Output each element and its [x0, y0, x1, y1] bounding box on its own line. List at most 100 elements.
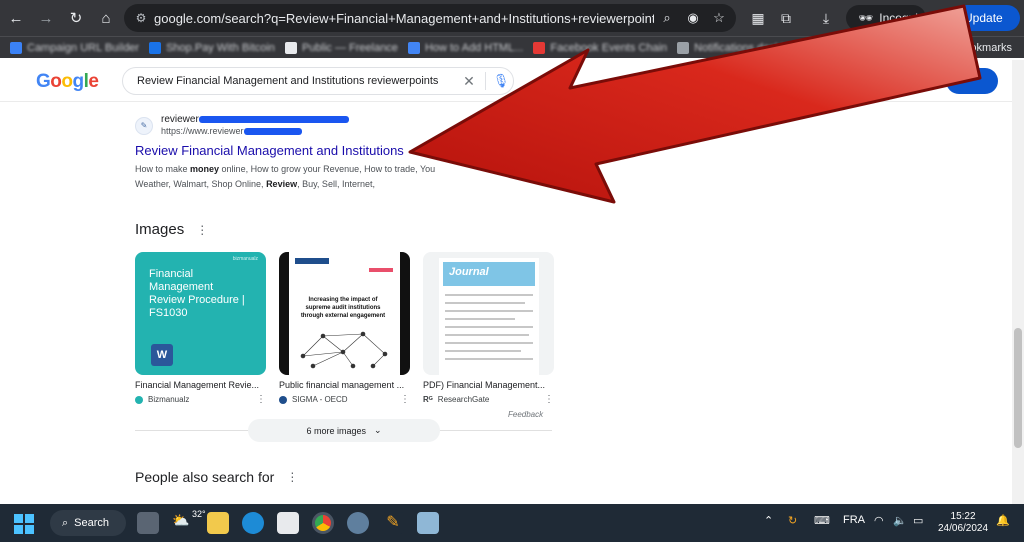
image-thumbnail[interactable]: Increasing the impact of supreme audit i… [279, 252, 410, 375]
image-carousel: bizmanualz Financial Management Review P… [135, 252, 554, 405]
image-result[interactable]: Journal PDF) Financial Management... Rᴳ … [423, 252, 554, 405]
redaction-mark [243, 128, 302, 136]
file-explorer-icon[interactable] [207, 512, 229, 534]
incognito-badge[interactable]: 🕶 Incognito [846, 5, 928, 31]
bookmark-item[interactable]: Public — Freelance [284, 41, 398, 54]
site-url: https://www.reviewer [161, 126, 244, 136]
text-line [445, 350, 521, 352]
text-line [445, 334, 529, 336]
image-thumbnail[interactable]: Journal [423, 252, 554, 375]
more-images-button[interactable]: 6 more images ⌄ [248, 419, 440, 442]
bookmark-favicon-icon [149, 41, 162, 54]
weather-widget[interactable]: ⛅ 32° [172, 509, 206, 529]
forward-icon[interactable]: → [32, 4, 60, 32]
result-source[interactable]: ✎ reviewer https://www.reviewer [135, 114, 555, 137]
image-source: SIGMA - OECD ⋮ [279, 394, 410, 405]
image-caption[interactable]: Public financial management ... [279, 380, 407, 390]
images-heading: Images ⋮ [135, 221, 208, 238]
scrollbar-thumb[interactable] [1014, 328, 1022, 448]
mic-icon[interactable]: 🎙 [490, 73, 512, 89]
update-button[interactable]: Update [954, 5, 1020, 31]
text-line [445, 302, 525, 304]
notification-bell-icon[interactable]: 🔔 [996, 514, 1010, 527]
thumb-title: Increasing the impact of supreme audit i… [300, 297, 386, 319]
more-vert-icon[interactable]: ⋮ [544, 394, 554, 405]
bookmark-item[interactable]: Shop.Pay With Bitcoin [149, 41, 275, 54]
google-logo[interactable]: Google [36, 71, 99, 93]
wifi-icon[interactable]: ◠ [874, 514, 884, 527]
image-thumbnail[interactable]: bizmanualz Financial Management Review P… [135, 252, 266, 375]
edge-icon[interactable] [242, 512, 264, 534]
redaction-mark [198, 115, 349, 123]
source-favicon-icon [279, 395, 287, 404]
windows-start-icon[interactable] [14, 514, 34, 534]
bookmark-item[interactable]: Notifications dashboard [677, 41, 809, 54]
bookmark-favicon-icon [407, 41, 420, 54]
search-box[interactable]: Review Financial Management and Institut… [122, 67, 514, 95]
more-vert-icon[interactable]: ⋮ [400, 394, 410, 405]
qr-icon[interactable]: ▦ [744, 10, 772, 27]
remote-desktop-icon[interactable] [417, 512, 439, 534]
url-text[interactable]: google.com/search?q=Review+Financial+Man… [154, 11, 654, 26]
temperature: 32° [191, 509, 206, 519]
image-result[interactable]: bizmanualz Financial Management Review P… [135, 252, 266, 405]
bookmark-label: Campaign URL Builder [27, 41, 140, 54]
taskbar-search[interactable]: ⌕ Search [50, 510, 126, 536]
back-icon[interactable]: ← [2, 4, 30, 32]
feedback-link[interactable]: Feedback [508, 410, 543, 419]
home-icon[interactable]: ⌂ [92, 4, 120, 32]
search-query[interactable]: Review Financial Management and Institut… [137, 75, 457, 87]
logo-letter: o [50, 71, 62, 92]
search-divider [485, 72, 486, 90]
sync-icon[interactable]: ↻ [788, 514, 797, 527]
bookmark-item[interactable]: How to Add HTML... [407, 41, 523, 54]
sun-cloud-icon: ⛅ [172, 512, 190, 528]
result-title-link[interactable]: Review Financial Management and Institut… [135, 143, 555, 158]
image-caption[interactable]: Financial Management Revie... [135, 380, 263, 390]
system-clock[interactable]: 15:22 24/06/2024 [938, 511, 988, 535]
download-icon[interactable]: ⤓ [812, 10, 840, 27]
clock-time: 15:22 [950, 511, 976, 522]
image-result[interactable]: Increasing the impact of supreme audit i… [279, 252, 410, 405]
task-view-icon[interactable] [137, 512, 159, 534]
chrome-icon[interactable] [312, 512, 334, 534]
all-bookmarks[interactable]: Bookmarks [957, 42, 1012, 54]
bookmark-favicon-icon [284, 41, 297, 54]
site-name-row: reviewer [161, 114, 349, 126]
bookmark-item[interactable]: Facebook Events Chain [533, 41, 667, 54]
bookmarks-bar: Campaign URL Builder Shop.Pay With Bitcoi… [0, 36, 1024, 58]
site-info-icon[interactable]: ⚙ [128, 11, 154, 25]
toolbar-actions: ▦ ⧉ ⤓ [744, 4, 840, 32]
image-source: Bizmanualz ⋮ [135, 394, 266, 405]
more-vert-icon[interactable]: ⋮ [256, 394, 266, 405]
settings-gear-icon[interactable] [347, 512, 369, 534]
volume-icon[interactable]: 🔈 [893, 514, 907, 527]
researchgate-icon: Rᴳ [423, 395, 433, 404]
source-name: Bizmanualz [148, 395, 190, 404]
eye-icon[interactable]: ◉ [680, 10, 706, 26]
zoom-search-icon[interactable]: ⌕ [654, 10, 680, 26]
search-result: ✎ reviewer https://www.reviewer Review F… [135, 114, 555, 192]
bookmark-favicon-icon [10, 41, 22, 54]
page-scrollbar[interactable] [1012, 60, 1024, 504]
more-vert-icon[interactable]: ⋮ [196, 223, 208, 237]
incognito-label: Incognito [879, 11, 928, 25]
clear-icon[interactable]: ✕ [457, 73, 481, 90]
bookmark-item[interactable]: Campaign URL Builder [10, 41, 140, 54]
chevron-up-icon[interactable]: ⌃ [764, 514, 773, 527]
input-language[interactable]: FRA [843, 514, 865, 526]
source-name: SIGMA - OECD [292, 395, 348, 404]
address-bar[interactable]: ⚙ google.com/search?q=Review+Financial+M… [124, 4, 736, 32]
keyboard-icon[interactable]: ⌨ [814, 514, 830, 527]
more-vert-icon[interactable]: ⋮ [286, 470, 298, 484]
sign-in-button[interactable] [946, 68, 998, 94]
google-header: Google Review Financial Management and I… [0, 60, 1024, 102]
extensions-icon[interactable]: ⧉ [772, 10, 800, 27]
image-caption[interactable]: PDF) Financial Management... [423, 380, 551, 390]
thumb-title: Journal [449, 266, 489, 278]
bookmark-star-icon[interactable]: ☆ [706, 10, 732, 26]
app-icon[interactable]: ✎ [382, 512, 404, 534]
battery-icon[interactable]: ▭ [913, 514, 923, 527]
reload-icon[interactable]: ↻ [62, 4, 90, 32]
store-icon[interactable] [277, 512, 299, 534]
